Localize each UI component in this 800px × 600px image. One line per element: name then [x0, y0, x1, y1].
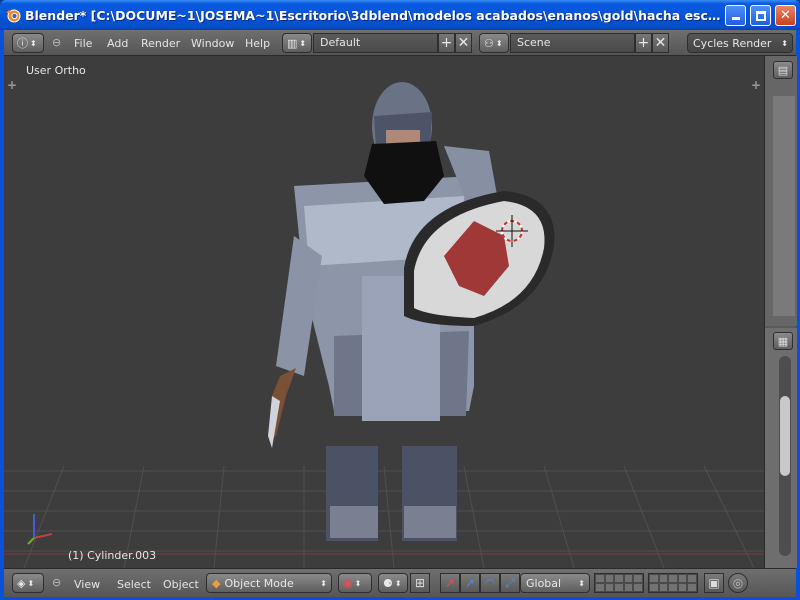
transform-orientation-select[interactable]: Global ⬍	[520, 573, 590, 593]
menu-view[interactable]: View	[74, 578, 100, 591]
screen-layout-field[interactable]: Default	[313, 33, 438, 53]
3d-viewport[interactable]: User Ortho (1) Cylinder.003 + +	[4, 56, 764, 568]
move-manipulator-button[interactable]: ↗	[460, 573, 480, 593]
outliner-editor-button[interactable]: ▤	[773, 61, 793, 79]
lock-icon: ▣	[708, 576, 720, 590]
maximize-icon	[755, 10, 766, 21]
remove-scene-button[interactable]: ✕	[652, 33, 669, 53]
editor-type-icon: ◈	[17, 576, 26, 590]
properties-toggle-icon[interactable]: +	[751, 78, 761, 92]
minimize-button[interactable]	[725, 5, 746, 26]
window-titlebar: Blender* [C:\DOCUME~1\JOSEMA~1\Escritori…	[0, 0, 800, 30]
toolshelf-toggle-icon[interactable]: +	[7, 78, 17, 92]
remove-screen-button[interactable]: ✕	[455, 33, 472, 53]
pivot-icon: ⚈	[383, 576, 393, 590]
active-object-label: (1) Cylinder.003	[68, 549, 157, 562]
close-icon: ✕	[780, 8, 791, 23]
layers-group-1[interactable]	[594, 573, 644, 593]
orientation-label: Global	[526, 576, 562, 590]
outliner-icon: ▤	[777, 63, 789, 77]
add-screen-button[interactable]: +	[438, 33, 455, 53]
properties-editor-button[interactable]: ▦	[773, 332, 793, 350]
cube-icon: ◆	[212, 576, 221, 590]
properties-icon: ▦	[777, 334, 789, 348]
blender-icon	[6, 9, 21, 23]
add-scene-button[interactable]: +	[635, 33, 652, 53]
close-button[interactable]: ✕	[775, 5, 796, 26]
menu-render[interactable]: Render	[141, 37, 180, 50]
menu-file[interactable]: File	[74, 37, 92, 50]
manipulator-icon: ⊞	[414, 576, 426, 590]
x-icon: ✕	[654, 35, 667, 51]
info-header: ⓘ ⬍ ⊖ File Add Render Window Help ▥ ⬍ Defa…	[4, 30, 796, 56]
scale-icon: ⤢	[505, 575, 515, 590]
mode-label: Object Mode	[224, 576, 294, 590]
outliner-area: ▤	[765, 56, 797, 326]
menu-add[interactable]: Add	[107, 37, 128, 50]
maximize-button[interactable]	[750, 5, 771, 26]
scene-icon: ⚇	[484, 36, 494, 50]
manipulator-toggle[interactable]: ⊞	[410, 573, 430, 593]
render-engine-label: Cycles Render	[693, 36, 772, 50]
collapse-menu-icon[interactable]: ⊖	[52, 576, 61, 589]
menu-select[interactable]: Select	[117, 578, 151, 591]
viewport-shading-select[interactable]: ◉ ⬍	[338, 573, 372, 593]
layers-group-2[interactable]	[648, 573, 698, 593]
3d-view-header: ◈ ⬍ ⊖ View Select Object ◆ Object Mode ⬍ …	[4, 568, 796, 597]
camera-icon: ◎	[732, 576, 744, 590]
x-icon: ✕	[457, 35, 470, 51]
translate-toggle[interactable]: ↗	[440, 573, 460, 593]
dwarf-model	[268, 82, 555, 541]
menu-window[interactable]: Window	[191, 37, 234, 50]
menu-object[interactable]: Object	[163, 578, 199, 591]
render-engine-select[interactable]: Cycles Render ⬍	[687, 33, 793, 53]
pivot-point-select[interactable]: ⚈ ⬍	[378, 573, 408, 593]
editor-type-selector[interactable]: ⓘ ⬍	[12, 33, 44, 53]
lock-layers-button[interactable]: ▣	[704, 573, 724, 593]
editor-type-selector-3d[interactable]: ◈ ⬍	[12, 573, 44, 593]
rotate-icon: ◠	[484, 576, 496, 590]
editor-type-icon: ⓘ	[17, 37, 28, 50]
menu-help[interactable]: Help	[245, 37, 270, 50]
axis-gizmo	[27, 514, 53, 545]
window-title: Blender* [C:\DOCUME~1\JOSEMA~1\Escritori…	[25, 7, 725, 23]
side-panels: ▤ ▦	[764, 56, 797, 568]
scale-manipulator-button[interactable]: ⤢	[500, 573, 520, 593]
rotate-manipulator-button[interactable]: ◠	[480, 573, 500, 593]
scrollbar-thumb[interactable]	[780, 396, 790, 476]
arrow-icon: ↗	[464, 576, 476, 590]
plus-icon: +	[440, 35, 453, 51]
view-label: User Ortho	[26, 64, 86, 77]
properties-scrollbar[interactable]	[779, 356, 791, 556]
arrow-icon: ↗	[444, 576, 456, 590]
screen-layout-browse[interactable]: ▥ ⬍	[282, 33, 312, 53]
mode-select[interactable]: ◆ Object Mode ⬍	[206, 573, 332, 593]
viewport-scene	[4, 82, 764, 568]
minimize-icon	[731, 17, 740, 20]
collapse-menu-icon[interactable]: ⊖	[52, 36, 61, 49]
scene-browse[interactable]: ⚇ ⬍	[479, 33, 509, 53]
plus-icon: +	[637, 35, 650, 51]
render-preview-button[interactable]: ◎	[728, 573, 748, 593]
sphere-icon: ◉	[343, 576, 353, 590]
scene-field[interactable]: Scene	[510, 33, 635, 53]
layout-icon: ▥	[287, 36, 298, 50]
outliner-content	[773, 96, 795, 316]
